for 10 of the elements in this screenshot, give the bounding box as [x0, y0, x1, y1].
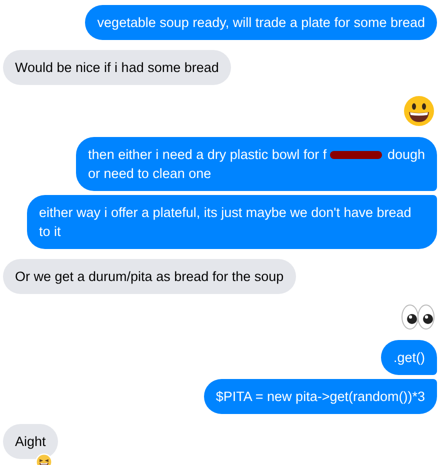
eyes-icon: [401, 304, 435, 330]
smiley-icon: [403, 95, 435, 127]
message-text: Aight: [15, 433, 46, 451]
message-text: then either i need a dry plastic bowl for f dough or need to clean one: [88, 146, 425, 183]
message-text: Would be nice if i had some bread: [15, 59, 219, 77]
message-text: $PITA = new pita->get(random())*3: [216, 388, 425, 406]
message-text: Or we get a durum/pita as bread for the soup: [15, 268, 284, 286]
message-text: either way i offer a plateful, its just maybe we don't have bread to it: [39, 204, 412, 241]
message-text: .get(): [393, 349, 425, 367]
message-text: vegetable soup ready, will trade a plate for some bread: [97, 14, 425, 32]
